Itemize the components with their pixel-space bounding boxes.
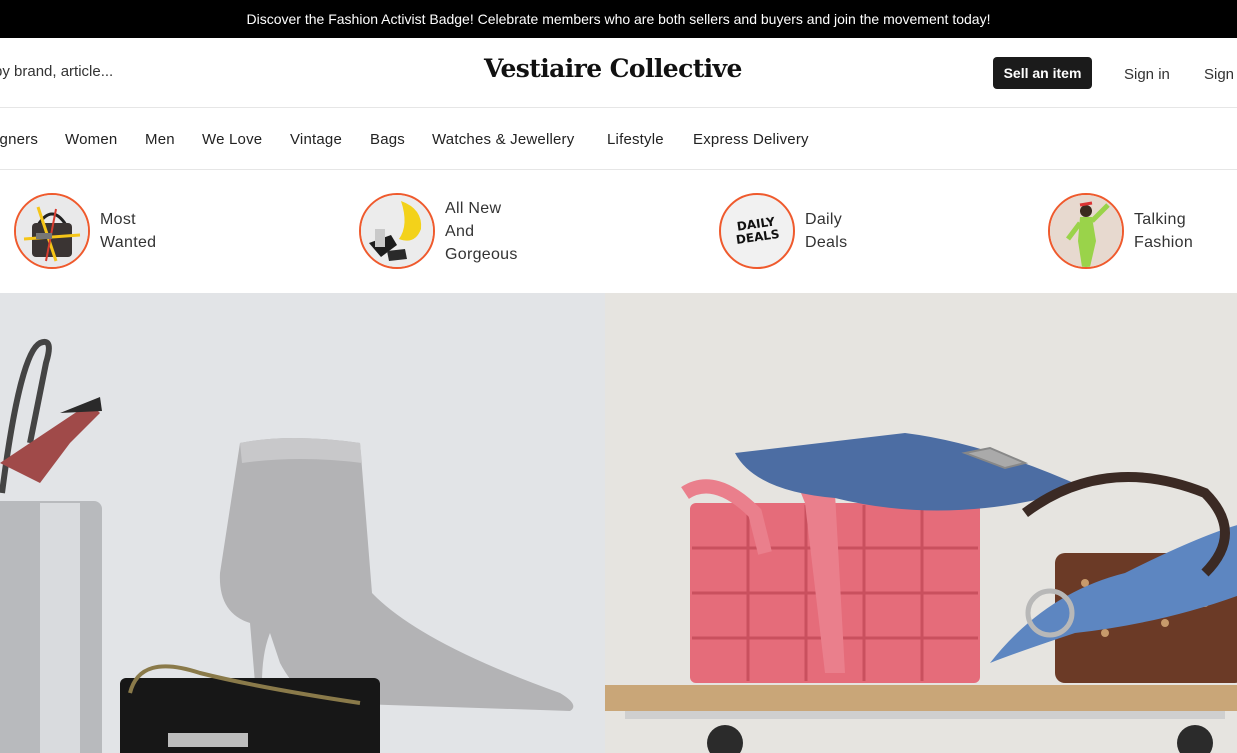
nav-item-vintage[interactable]: Vintage (290, 131, 342, 148)
talking-fashion-thumbnail (1048, 193, 1124, 269)
all-new-label[interactable]: All New And Gorgeous (445, 197, 518, 266)
nav-item-men[interactable]: Men (145, 131, 175, 148)
site-logo[interactable]: Vestiaire Collective (484, 54, 742, 83)
site-header: by brand, article... Vestiaire Collectiv… (0, 38, 1237, 108)
all-new-thumbnail (359, 193, 435, 269)
most-wanted-thumbnail (14, 193, 90, 269)
nav-item-lifestyle[interactable]: Lifestyle (607, 131, 664, 148)
talking-fashion-label[interactable]: Talking Fashion (1134, 208, 1193, 254)
nav-item-we-love[interactable]: We Love (202, 131, 262, 148)
category-talking-fashion[interactable]: Talking Fashion (1048, 193, 1193, 269)
nav-item-designers[interactable]: igners (0, 131, 38, 148)
nav-item-bags[interactable]: Bags (370, 131, 405, 148)
announcement-text[interactable]: Discover the Fashion Activist Badge! Cel… (247, 11, 991, 27)
main-nav: igners Women Men We Love Vintage Bags Wa… (0, 108, 1237, 170)
category-all-new[interactable]: All New And Gorgeous (359, 193, 518, 269)
category-most-wanted[interactable]: Most Wanted (14, 193, 156, 269)
announcement-bar[interactable]: Discover the Fashion Activist Badge! Cel… (0, 0, 1237, 38)
hero-banner-shoes[interactable] (0, 293, 605, 753)
nav-item-women[interactable]: Women (65, 131, 117, 148)
nav-item-express-delivery[interactable]: Express Delivery (693, 131, 809, 148)
category-daily-deals[interactable]: DAILY DEALS Daily Deals (719, 193, 847, 269)
nav-item-watches-jewellery[interactable]: Watches & Jewellery (432, 131, 574, 148)
daily-deals-badge: DAILY DEALS (719, 193, 795, 269)
sell-item-button[interactable]: Sell an item (993, 57, 1092, 89)
most-wanted-label[interactable]: Most Wanted (100, 208, 156, 254)
category-carousel: Most Wanted All New And Gorgeous DAILY D… (0, 170, 1237, 293)
search-input[interactable]: by brand, article... (0, 63, 113, 80)
sign-up-link[interactable]: Sign (1204, 66, 1234, 83)
daily-deals-label[interactable]: Daily Deals (805, 208, 847, 254)
sign-in-link[interactable]: Sign in (1124, 66, 1170, 83)
hero-banner-bags[interactable] (605, 293, 1237, 753)
